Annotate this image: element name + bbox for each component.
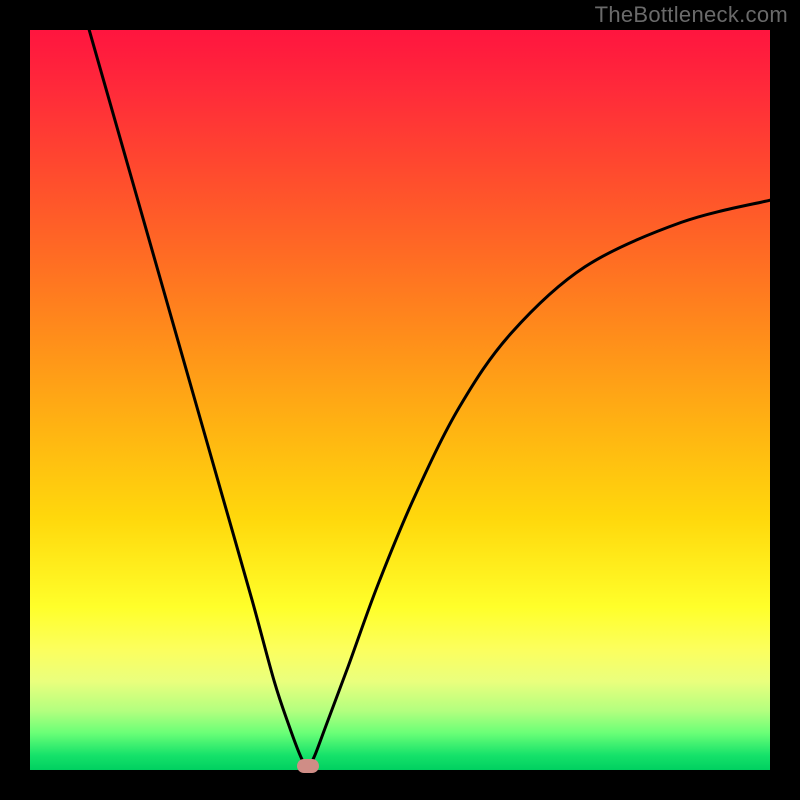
bottleneck-curve <box>89 30 770 765</box>
chart-frame: TheBottleneck.com <box>0 0 800 800</box>
optimal-point-marker <box>297 759 319 773</box>
curve-layer <box>30 30 770 770</box>
attribution-text: TheBottleneck.com <box>595 2 788 28</box>
plot-area <box>30 30 770 770</box>
